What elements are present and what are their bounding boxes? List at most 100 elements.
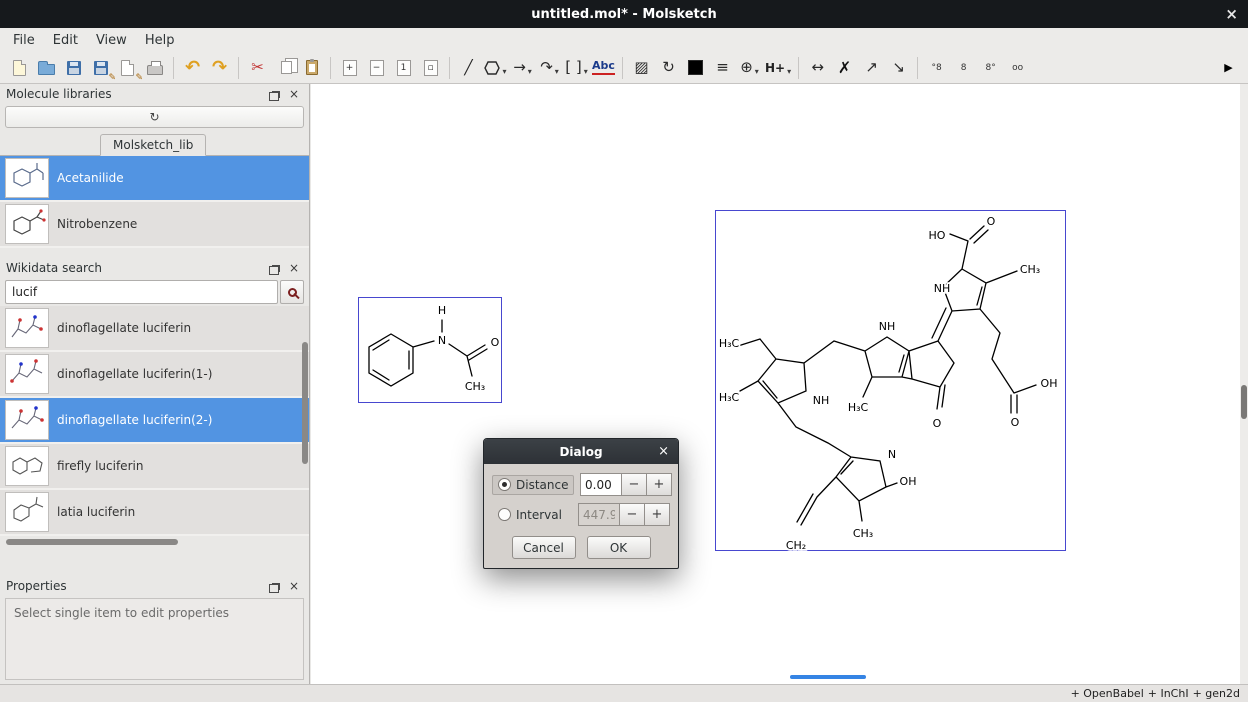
ok-button[interactable]: OK <box>587 536 651 559</box>
drawing-canvas[interactable]: HNOCH₃ HOOCH₃NHNHH₃CH₃CNHH₃COOHONOHCH₃CH… <box>311 84 1240 684</box>
delete-tool-button[interactable]: ✗ <box>831 54 858 82</box>
save-button[interactable] <box>60 54 87 82</box>
draw-tool-button[interactable]: ╱ <box>455 54 482 82</box>
zoom-out-button[interactable]: − <box>363 54 390 82</box>
new-file-button[interactable] <box>6 54 33 82</box>
rotate-tool-button[interactable]: ↻ <box>655 54 682 82</box>
cancel-button[interactable]: Cancel <box>512 536 576 559</box>
reaction-arrow-button[interactable]: →▾ <box>509 54 536 82</box>
menu-help[interactable]: Help <box>136 30 184 51</box>
interval-input[interactable] <box>578 503 620 526</box>
openbabel-gen2d-button[interactable]: 8° <box>977 54 1004 82</box>
tab-molsketch-lib[interactable]: Molsketch_lib <box>100 134 206 156</box>
libraries-close-button[interactable]: × <box>285 86 303 102</box>
distance-radio[interactable] <box>498 478 511 491</box>
molecule-selection-acetanilide[interactable]: HNOCH₃ <box>358 297 502 403</box>
scrollbar-thumb[interactable] <box>302 342 308 464</box>
interval-radio[interactable] <box>498 508 511 521</box>
window-close-button[interactable]: × <box>1225 0 1238 28</box>
wikidata-float-button[interactable] <box>267 260 285 276</box>
zoom-reset-button[interactable]: 1 <box>390 54 417 82</box>
arrow-edit-alt-button[interactable]: ↘ <box>885 54 912 82</box>
wikidata-item-label: firefly luciferin <box>57 459 143 473</box>
dialog-close-button[interactable]: × <box>658 439 669 464</box>
atom-label: OH <box>900 475 917 488</box>
wikidata-item-dinoflagellate-luciferin[interactable]: dinoflagellate luciferin <box>0 306 309 352</box>
openbabel-optimize-button[interactable]: °8 <box>923 54 950 82</box>
menu-edit[interactable]: Edit <box>44 30 87 51</box>
color-picker-button[interactable] <box>682 54 709 82</box>
properties-float-button[interactable] <box>267 578 285 594</box>
horizontal-scrollbar-thumb[interactable] <box>790 675 866 679</box>
wikidata-vertical-scrollbar[interactable] <box>301 306 308 536</box>
save-as-button[interactable]: ✎ <box>87 54 114 82</box>
dialog-title: Dialog <box>559 445 602 459</box>
hydrogen-tool-dropdown-icon[interactable]: ▾ <box>787 67 791 82</box>
bracket-tool-button[interactable]: [ ]▾ <box>563 54 590 82</box>
arrow-edit-button[interactable]: ↗ <box>858 54 885 82</box>
redo-button[interactable]: ↷ <box>206 54 233 82</box>
title-bar[interactable]: untitled.mol* - Molsketch × <box>0 0 1248 28</box>
vertical-scrollbar[interactable] <box>1240 84 1248 684</box>
interval-decrement-button[interactable]: − <box>620 503 645 526</box>
ring-tool-dropdown-icon[interactable]: ▾ <box>502 67 506 82</box>
distance-decrement-button[interactable]: − <box>622 473 647 496</box>
bracket-tool-dropdown-icon[interactable]: ▾ <box>584 67 588 82</box>
zoom-fit-button[interactable]: ▫ <box>417 54 444 82</box>
wikidata-horizontal-scrollbar[interactable] <box>6 538 303 546</box>
molecule-thumbnail <box>5 446 49 486</box>
interval-increment-button[interactable]: + <box>645 503 670 526</box>
atom-label: CH₃ <box>1020 263 1040 276</box>
wikidata-item-dinoflagellate-luciferin-2[interactable]: dinoflagellate luciferin(2-) <box>0 398 309 444</box>
charge-tool-button[interactable]: ⊕▾ <box>736 54 763 82</box>
libraries-float-button[interactable] <box>267 86 285 102</box>
distance-increment-button[interactable]: + <box>647 473 672 496</box>
dialog-titlebar[interactable]: Dialog × <box>484 439 678 464</box>
molecule-selection-luciferin[interactable]: HOOCH₃NHNHH₃CH₃CNHH₃COOHONOHCH₃CH₂ <box>715 210 1066 551</box>
library-item-nitrobenzene[interactable]: Nitrobenzene <box>0 202 309 248</box>
undo-button[interactable]: ↶ <box>179 54 206 82</box>
hydrogen-tool-button[interactable]: H+▾ <box>763 54 793 82</box>
zoom-in-button[interactable]: + <box>336 54 363 82</box>
wikidata-item-dinoflagellate-luciferin-1[interactable]: dinoflagellate luciferin(1-) <box>0 352 309 398</box>
wikidata-close-button[interactable]: × <box>285 260 303 276</box>
wikidata-item-latia-luciferin[interactable]: latia luciferin <box>0 490 309 536</box>
flip-tool-button[interactable]: ↔ <box>804 54 831 82</box>
wikidata-search-input[interactable] <box>5 280 278 304</box>
cut-button[interactable]: ✂ <box>244 54 271 82</box>
mechanism-arrow-dropdown-icon[interactable]: ▾ <box>555 67 559 82</box>
arrow-edit-icon: ↗ <box>865 60 878 75</box>
rotate-tool-icon: ↻ <box>662 60 675 75</box>
open-file-button[interactable] <box>33 54 60 82</box>
toolbar-overflow-button[interactable]: ▶ <box>1215 54 1242 82</box>
interval-radio-group[interactable]: Interval <box>492 505 572 525</box>
openbabel-gen3d-button[interactable]: 8 <box>950 54 977 82</box>
library-item-acetanilide[interactable]: Acetanilide <box>0 156 309 202</box>
hash-tool-button[interactable]: ▨ <box>628 54 655 82</box>
ring-tool-button[interactable]: ▾ <box>482 54 509 82</box>
menu-view[interactable]: View <box>87 30 136 51</box>
paste-button[interactable] <box>298 54 325 82</box>
export-button[interactable]: ✎ <box>114 54 141 82</box>
float-icon <box>272 265 280 272</box>
scrollbar-thumb[interactable] <box>6 539 178 545</box>
copy-button[interactable] <box>271 54 298 82</box>
openbabel-hydrogens-button[interactable]: oo <box>1004 54 1031 82</box>
reload-library-button[interactable]: ↻ <box>5 106 304 128</box>
reaction-arrow-dropdown-icon[interactable]: ▾ <box>528 67 532 82</box>
scrollbar-thumb[interactable] <box>1241 385 1247 419</box>
menu-file[interactable]: File <box>4 30 44 51</box>
distance-radio-group[interactable]: Distance <box>492 475 574 495</box>
line-width-button[interactable]: ≡ <box>709 54 736 82</box>
distance-input[interactable] <box>580 473 622 496</box>
charge-tool-dropdown-icon[interactable]: ▾ <box>755 67 759 82</box>
library-tabbar: Molsketch_lib <box>0 130 309 156</box>
mechanism-arrow-button[interactable]: ↷▾ <box>536 54 563 82</box>
wikidata-search-button[interactable] <box>280 280 304 304</box>
wikidata-item-firefly-luciferin[interactable]: firefly luciferin <box>0 444 309 490</box>
openbabel-gen2d-icon: 8° <box>986 63 996 73</box>
properties-close-button[interactable]: × <box>285 578 303 594</box>
text-tool-button[interactable]: Abc <box>590 54 617 82</box>
print-button[interactable] <box>141 54 168 82</box>
text-tool-icon: Abc <box>592 60 615 74</box>
